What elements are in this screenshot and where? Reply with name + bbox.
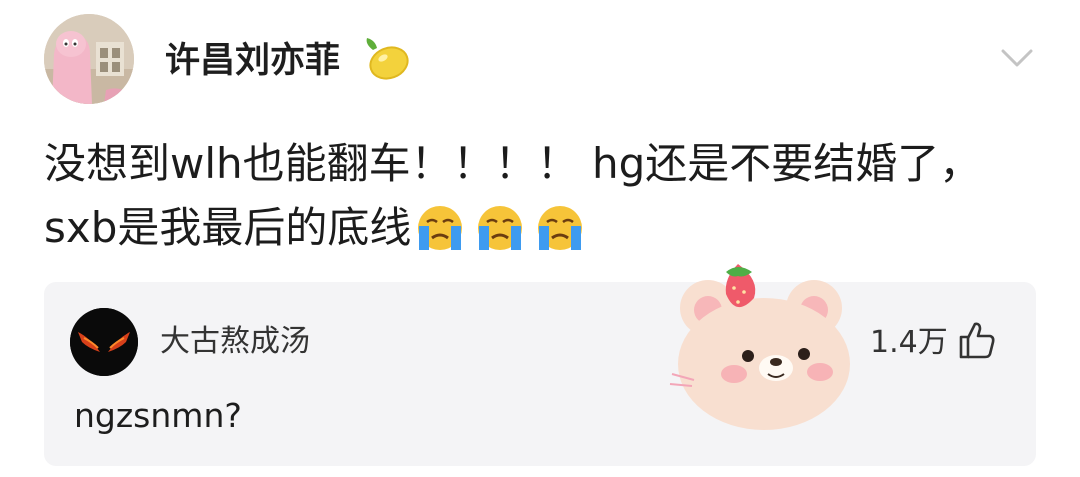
post-text-line-1: 没想到wlh也能翻车！！！！ hg还是不要结婚了， (44, 139, 982, 188)
crying-face-icon (411, 202, 469, 252)
crying-face-icon (531, 202, 589, 252)
reply-author-name[interactable]: 大古熬成汤 (160, 322, 310, 362)
lemon-emoji-icon (361, 36, 411, 82)
author-avatar[interactable] (44, 14, 134, 104)
post-body: 没想到wlh也能翻车！！！！ hg还是不要结婚了， sxb是我最后的底线 (44, 132, 1034, 260)
red-eyes-avatar-image (70, 308, 138, 376)
bear-sticker-image (664, 262, 870, 434)
reply-card[interactable]: 大古熬成汤 ngzsnmn? (44, 282, 1036, 466)
reply-author-avatar[interactable] (70, 308, 138, 376)
post-text-line-2-text: sxb是我最后的底线 (44, 203, 412, 252)
chevron-down-icon[interactable] (1000, 46, 1034, 70)
pink-panther-avatar-image (44, 14, 134, 104)
thumbs-up-icon[interactable] (958, 320, 996, 360)
reply-like-count[interactable]: 1.4万 (870, 323, 948, 363)
crying-face-icon (471, 202, 529, 252)
reply-text: ngzsnmn? (74, 396, 242, 435)
author-name[interactable]: 许昌刘亦菲 (165, 36, 340, 86)
post-text-line-2: sxb是我最后的底线 (44, 196, 1034, 260)
